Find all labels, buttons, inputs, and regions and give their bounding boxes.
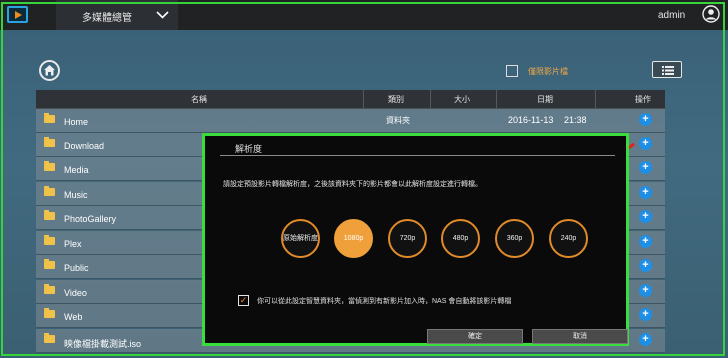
add-action-button[interactable]: + bbox=[639, 259, 652, 272]
row-time: 21:38 bbox=[564, 115, 587, 125]
app-selector[interactable]: 多媒體總管 bbox=[56, 0, 178, 30]
row-date: 2016-11-13 bbox=[508, 115, 554, 125]
resolution-option-360p[interactable]: 360p bbox=[495, 219, 534, 258]
chevron-down-icon[interactable] bbox=[156, 8, 169, 21]
app-title: 多媒體總管 bbox=[82, 13, 132, 24]
column-header-action: 操作 bbox=[635, 95, 651, 104]
column-header-size[interactable]: 大小 bbox=[454, 94, 470, 105]
add-action-button[interactable]: + bbox=[639, 161, 652, 174]
table-row[interactable]: Home 資料夾 2016-11-13 21:38 + bbox=[36, 109, 665, 133]
resolution-option-original[interactable]: 原始解析度 bbox=[281, 219, 320, 258]
row-name: PhotoGallery bbox=[64, 214, 117, 224]
folder-icon bbox=[44, 137, 55, 147]
row-name: 映像檔掛載測試.iso bbox=[64, 339, 142, 349]
row-name: Video bbox=[64, 288, 87, 298]
user-name[interactable]: admin bbox=[658, 10, 685, 21]
dialog-title: 解析度 bbox=[235, 144, 263, 154]
resolution-option-480p[interactable]: 480p bbox=[441, 219, 480, 258]
video-only-checkbox[interactable] bbox=[506, 65, 518, 77]
add-action-button[interactable]: + bbox=[639, 284, 652, 297]
dialog-description: 請設定預設影片轉檔解析度，之後該資料夾下的影片都會以此解析度設定進行轉檔。 bbox=[223, 181, 482, 188]
list-icon bbox=[662, 66, 674, 75]
list-view-button[interactable] bbox=[652, 61, 682, 78]
folder-icon bbox=[44, 161, 55, 171]
home-icon bbox=[44, 65, 55, 76]
divider bbox=[220, 155, 615, 156]
folder-icon bbox=[44, 186, 55, 196]
top-bar: 多媒體總管 admin bbox=[0, 0, 728, 30]
row-name: Public bbox=[64, 263, 89, 273]
add-action-button[interactable]: + bbox=[639, 333, 652, 346]
folder-icon bbox=[44, 259, 55, 269]
column-header-name[interactable]: 名稱 bbox=[191, 94, 207, 105]
folder-icon bbox=[44, 113, 55, 123]
row-name: Media bbox=[64, 165, 89, 175]
add-action-button[interactable]: + bbox=[639, 308, 652, 321]
folder-icon bbox=[44, 235, 55, 245]
column-header-date[interactable]: 日期 bbox=[537, 94, 553, 105]
row-name: Download bbox=[64, 141, 105, 151]
add-action-button[interactable]: + bbox=[639, 186, 652, 199]
smart-folder-checkbox[interactable]: ✓ bbox=[238, 295, 249, 306]
add-action-button[interactable]: + bbox=[639, 113, 652, 126]
cancel-button[interactable]: 取消 bbox=[532, 329, 628, 344]
resolution-option-240p[interactable]: 240p bbox=[549, 219, 588, 258]
video-only-label: 僅限影片檔 bbox=[528, 67, 568, 76]
row-name: Plex bbox=[64, 239, 82, 249]
row-type: 資料夾 bbox=[386, 116, 410, 125]
folder-icon bbox=[44, 308, 55, 318]
confirm-button[interactable]: 確定 bbox=[427, 329, 523, 344]
home-button[interactable] bbox=[39, 60, 60, 81]
folder-icon bbox=[44, 210, 55, 220]
row-name: Home bbox=[64, 117, 89, 127]
table-header: 名稱 類別 大小 日期 操作 bbox=[36, 90, 665, 109]
folder-icon bbox=[44, 333, 55, 343]
resolution-dialog: 解析度 請設定預設影片轉檔解析度，之後該資料夾下的影片都會以此解析度設定進行轉檔… bbox=[202, 133, 629, 346]
add-action-button[interactable]: + bbox=[639, 210, 652, 223]
column-header-type[interactable]: 類別 bbox=[388, 94, 404, 105]
resolution-option-1080p[interactable]: 1080p bbox=[334, 219, 373, 258]
row-name: Web bbox=[64, 312, 83, 322]
resolution-option-720p[interactable]: 720p bbox=[388, 219, 427, 258]
user-icon[interactable] bbox=[702, 5, 720, 23]
add-action-button[interactable]: + bbox=[639, 137, 652, 150]
add-action-button[interactable]: + bbox=[639, 235, 652, 248]
media-player-logo-icon[interactable] bbox=[7, 6, 28, 23]
smart-folder-label: 你可以從此設定智慧資料夾，當偵測到有新影片加入時，NAS 會自動將該影片轉檔 bbox=[257, 298, 512, 305]
row-name: Music bbox=[64, 190, 88, 200]
folder-icon bbox=[44, 284, 55, 294]
